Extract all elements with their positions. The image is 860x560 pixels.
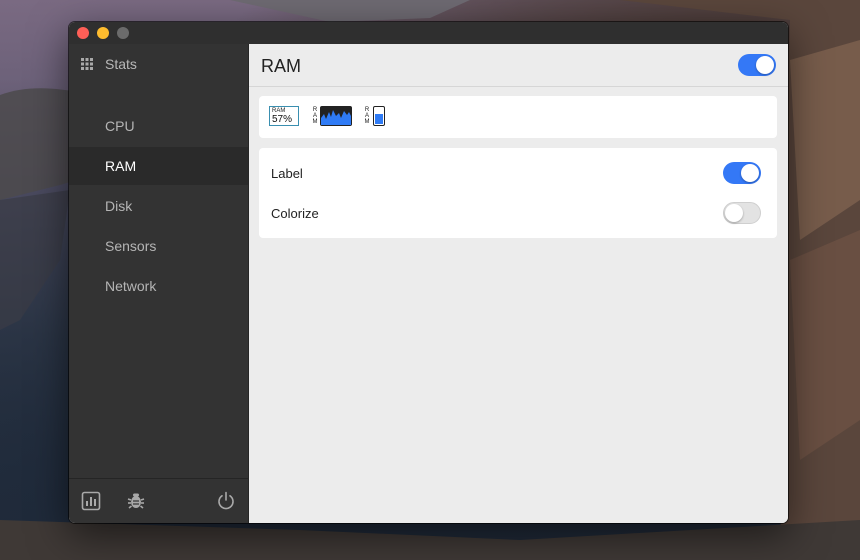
module-enable-toggle[interactable] — [738, 54, 776, 76]
label-setting-text: Label — [271, 166, 303, 181]
sidebar-item-label: Network — [105, 278, 157, 294]
colorize-setting-text: Colorize — [271, 206, 319, 221]
page-title: RAM — [261, 56, 301, 76]
sidebar-item-sensors[interactable]: Sensors — [69, 227, 248, 265]
toggle-knob — [725, 204, 743, 222]
dashboard-icon[interactable] — [81, 491, 101, 511]
main-header: RAM — [249, 44, 788, 87]
widgets-card: RAM 57% R A M R A M — [259, 96, 777, 138]
sidebar-item-disk[interactable]: Disk — [69, 187, 248, 225]
toggle-knob — [741, 164, 759, 182]
label-toggle[interactable] — [723, 162, 761, 184]
bar-chart-widget-label: R A M — [364, 107, 370, 125]
bar-chart-widget[interactable]: R A M — [363, 106, 387, 126]
close-window-button[interactable] — [77, 27, 89, 39]
colorize-toggle[interactable] — [723, 202, 761, 224]
line-chart-widget[interactable]: R A M — [311, 106, 353, 126]
sidebar-footer — [69, 478, 248, 523]
sidebar-item-label: RAM — [105, 158, 137, 174]
sidebar-item-label: Disk — [105, 198, 133, 214]
sidebar-item-label: Sensors — [105, 238, 157, 254]
sidebar-item-ram[interactable]: RAM — [69, 147, 248, 185]
sidebar-header: Stats — [69, 44, 248, 84]
bug-report-icon[interactable] — [126, 491, 146, 511]
stats-window: Stats CPU RAM Disk Sensors Network RAM R… — [69, 22, 788, 523]
mini-widget-value: 57% — [272, 114, 293, 125]
line-chart-widget-label: R A M — [312, 107, 318, 125]
main-panel: RAM RAM 57% R A M R A M Label Colorize — [249, 44, 788, 523]
power-icon[interactable] — [216, 491, 236, 511]
mini-widget[interactable]: RAM 57% — [269, 106, 299, 126]
title-bar — [69, 22, 788, 44]
line-chart-graph — [320, 106, 352, 126]
sidebar-item-cpu[interactable]: CPU — [69, 107, 248, 145]
minimize-window-button[interactable] — [97, 27, 109, 39]
toggle-knob — [756, 56, 774, 74]
settings-card: Label Colorize — [259, 148, 777, 238]
app-title: Stats — [105, 56, 137, 72]
zoom-window-button[interactable] — [117, 27, 129, 39]
bar-chart-fill — [375, 114, 383, 124]
sidebar-item-label: CPU — [105, 118, 135, 134]
sidebar: Stats CPU RAM Disk Sensors Network — [69, 44, 249, 523]
bar-chart-frame — [373, 106, 385, 126]
grid-icon — [81, 58, 93, 70]
sidebar-item-network[interactable]: Network — [69, 267, 248, 305]
